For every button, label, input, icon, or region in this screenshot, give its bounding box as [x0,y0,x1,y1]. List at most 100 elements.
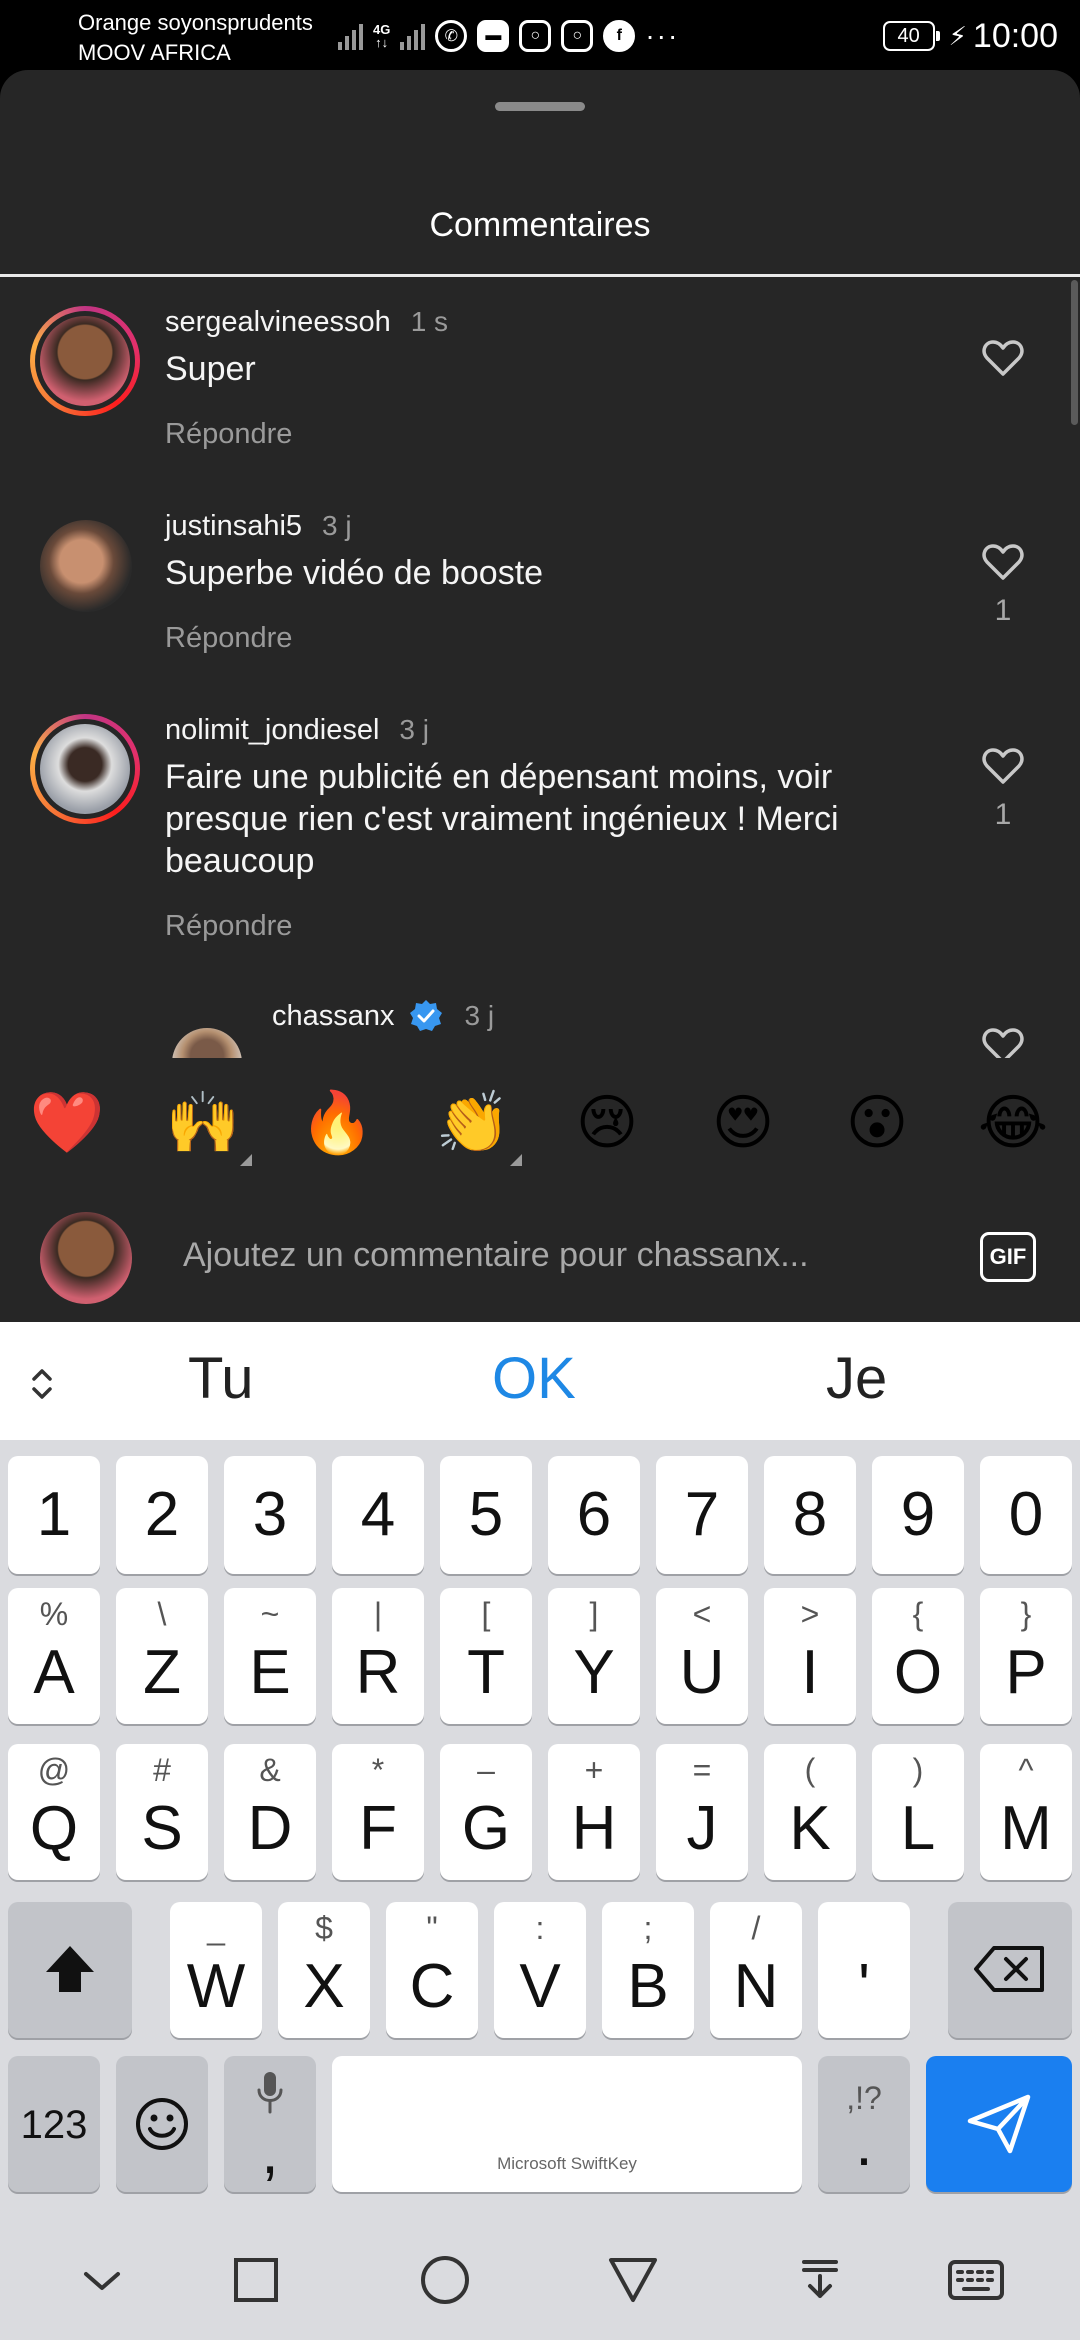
microphone-icon [257,2072,283,2114]
emoji-key[interactable] [116,2056,208,2192]
key-i[interactable]: > I [764,1588,856,1724]
key-f[interactable]: * F [332,1744,424,1880]
key-h[interactable]: + H [548,1744,640,1880]
key-b[interactable]: ; B [602,1902,694,2038]
comment-input[interactable]: Ajoutez un commentaire pour chassanx... [183,1236,903,1275]
gif-button[interactable]: GIF [980,1232,1036,1282]
key-s[interactable]: # S [116,1744,208,1880]
key-m[interactable]: ^ M [980,1744,1072,1880]
period-key[interactable]: ,!? . [818,2056,910,2192]
key-y[interactable]: ] Y [548,1588,640,1724]
status-bar: Orange soyonsprudents MOOV AFRICA 4G ↑↓ ✆… [0,0,1080,70]
avatar-story-ring[interactable] [30,714,140,824]
avatar[interactable] [40,520,132,612]
key-n[interactable]: / N [710,1902,802,2038]
key-7[interactable]: 7 [656,1456,748,1574]
suggestion-left[interactable]: Tu [188,1344,254,1414]
key-5[interactable]: 5 [440,1456,532,1574]
reply-button[interactable]: Répondre [165,910,292,943]
emoji-clapping-button[interactable]: 👏 [428,1078,522,1168]
key-k[interactable]: (K [764,1744,856,1880]
home-icon[interactable] [415,2250,475,2310]
reply-button[interactable]: Répondre [165,622,292,655]
key-3[interactable]: 3 [224,1456,316,1574]
scrollbar[interactable] [1071,280,1078,425]
signal-icon-2 [400,22,426,50]
backspace-key[interactable] [948,1902,1072,2038]
numbers-toggle-key[interactable]: 123 [8,2056,100,2192]
more-icon: ··· [645,20,680,51]
keyboard-switch-icon[interactable] [946,2250,1006,2310]
drag-handle[interactable] [495,102,585,111]
comma-mic-key[interactable]: , [224,2056,316,2192]
key-x-label: X [303,1952,345,2021]
expand-toolbar-icon[interactable] [22,1362,62,1406]
like-count: 1 [994,594,1012,627]
send-key[interactable] [926,2056,1072,2192]
key-apostrophe[interactable]: ' [818,1902,910,2038]
shift-key[interactable] [8,1902,132,2038]
username[interactable]: chassanx [272,1000,395,1033]
username[interactable]: sergealvineessoh [165,306,391,339]
key-4-label: 4 [360,1480,396,1549]
key-h-secondary: + [584,1752,604,1788]
username[interactable]: justinsahi5 [165,510,302,543]
avatar [40,724,130,814]
back-icon[interactable] [603,2250,663,2310]
key-2[interactable]: 2 [116,1456,208,1574]
keyboard-dismiss-icon[interactable] [790,2250,850,2310]
key-x[interactable]: $ X [278,1902,370,2038]
emoji-surprised-button[interactable]: 😮 [832,1078,922,1168]
key-j-secondary: = [692,1752,712,1788]
hide-keyboard-icon[interactable] [72,2250,132,2310]
key-j[interactable]: = J [656,1744,748,1880]
username[interactable]: nolimit_jondiesel [165,714,379,747]
key-u[interactable]: < U [656,1588,748,1724]
key-q[interactable]: @ Q [8,1744,100,1880]
emoji-crying-button[interactable]: 😢 [562,1078,652,1168]
key-r[interactable]: | R [332,1588,424,1724]
key-l[interactable]: ) L [872,1744,964,1880]
whatsapp-icon: ✆ [435,20,468,52]
emoji-fire-button[interactable]: 🔥 [292,1078,382,1168]
key-g[interactable]: – G [440,1744,532,1880]
key-1[interactable]: 1 [8,1456,100,1574]
key-o[interactable]: {O [872,1588,964,1724]
key-4[interactable]: 4 [332,1456,424,1574]
suggestion-right[interactable]: Je [826,1344,887,1414]
key-6[interactable]: 6 [548,1456,640,1574]
heart-icon[interactable] [979,742,1027,790]
key-w[interactable]: _ W [170,1902,262,2038]
key-m-label: M [1000,1794,1052,1863]
comment-header: nolimit_jondiesel 3 j [165,710,429,750]
emoji-heart-button[interactable]: ❤️ [22,1078,112,1168]
recents-icon[interactable] [226,2250,286,2310]
key-a[interactable]: % A [8,1588,100,1724]
comment-text: Superbe vidéo de booste [165,554,544,592]
reply-button[interactable]: Répondre [165,418,292,451]
heart-icon[interactable] [979,334,1027,382]
key-r-label: R [355,1638,401,1707]
messages-icon: ▬ [477,20,510,52]
key-o-label: O [893,1638,943,1707]
key-z[interactable]: \ Z [116,1588,208,1724]
key-8[interactable]: 8 [764,1456,856,1574]
key-d[interactable]: & D [224,1744,316,1880]
suggestion-center[interactable]: OK [492,1344,576,1414]
space-key[interactable]: Microsoft SwiftKey [332,2056,802,2192]
key-p[interactable]: } P [980,1588,1072,1724]
key-e[interactable]: ~ E [224,1588,316,1724]
heart-icon[interactable] [979,538,1027,586]
emoji-raised-hands-button[interactable]: 🙌 [158,1078,252,1168]
keyboard: Tu OK Je 1 2 3 4 5 6 7 8 9 0% A \ Z ~ E | R[T] Y < U > I{O} P @… [0,1322,1080,2340]
key-0[interactable]: 0 [980,1456,1072,1574]
emoji-heart-eyes-button[interactable]: 😍 [698,1078,788,1168]
send-icon [967,2094,1031,2154]
key-t[interactable]: [T [440,1588,532,1724]
key-9[interactable]: 9 [872,1456,964,1574]
emoji-laughing-button[interactable]: 😂 [968,1078,1058,1168]
key-c[interactable]: " C [386,1902,478,2038]
avatar-story-ring[interactable] [30,306,140,416]
key-v[interactable]: :V [494,1902,586,2038]
key-k-label: K [789,1794,831,1863]
